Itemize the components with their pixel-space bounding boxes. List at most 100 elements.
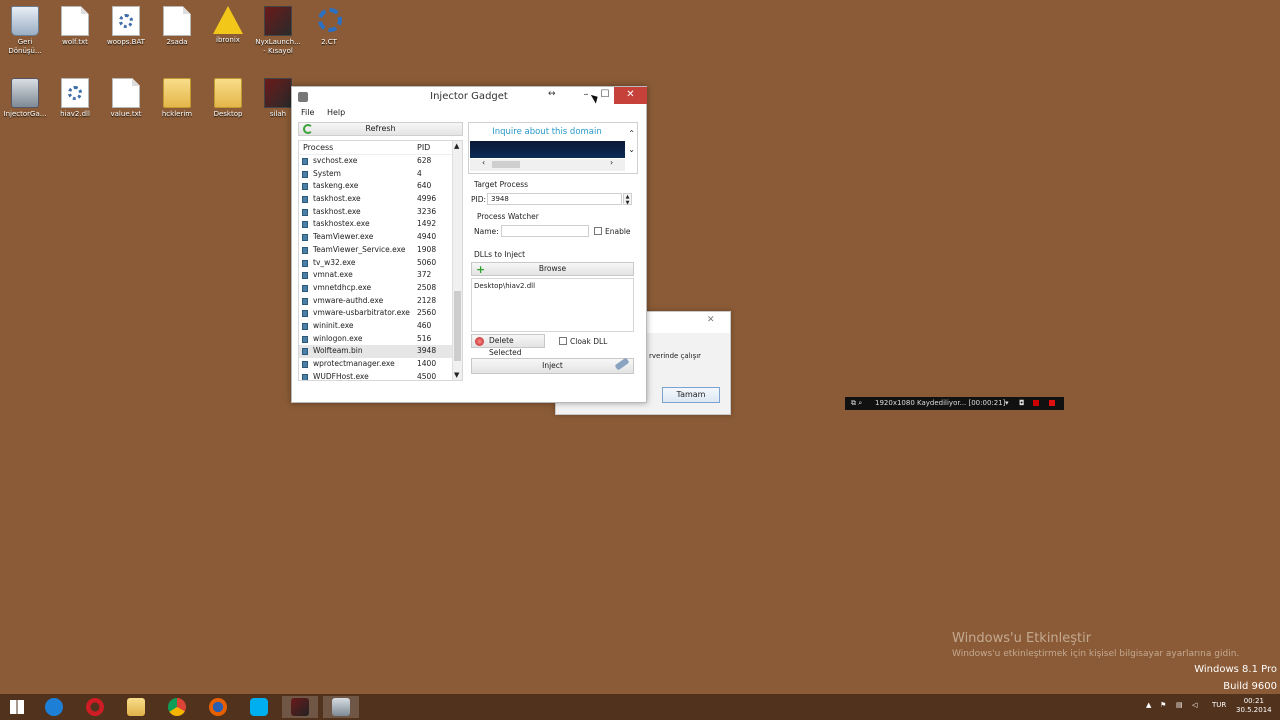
- browse-button[interactable]: + Browse: [471, 262, 634, 276]
- process-name: TeamViewer_Service.exe: [313, 244, 406, 254]
- process-list[interactable]: Process PID svchost.exe 628 System 4 taskeng…: [298, 140, 463, 381]
- column-header-process[interactable]: Process: [303, 141, 333, 155]
- column-header-pid[interactable]: PID: [417, 141, 430, 155]
- pid-input[interactable]: 3948: [487, 193, 622, 205]
- process-row[interactable]: winlogon.exe 516: [299, 333, 462, 346]
- window-titlebar[interactable]: Injector Gadget ↔ – ☐ ✕: [292, 87, 647, 108]
- cloak-dll-checkbox[interactable]: [559, 337, 567, 345]
- taskbar-skype[interactable]: [241, 696, 277, 718]
- desktop-icon-hiav2-dll[interactable]: hiav2.dll: [50, 78, 100, 119]
- process-row[interactable]: WUDFHost.exe 4500: [299, 371, 462, 381]
- cheat-engine-icon: [315, 6, 343, 36]
- close-button[interactable]: ✕: [614, 87, 647, 104]
- process-row[interactable]: taskeng.exe 640: [299, 180, 462, 193]
- camera-icon[interactable]: ◘: [1019, 397, 1025, 410]
- desktop-icon-wolf-txt[interactable]: wolf.txt: [50, 6, 100, 47]
- refresh-icon: [303, 124, 313, 134]
- dialog-close-icon[interactable]: ✕: [707, 315, 715, 325]
- process-row[interactable]: wininit.exe 460: [299, 320, 462, 333]
- scroll-up-icon[interactable]: ▲: [454, 142, 459, 150]
- taskbar-wolfteam[interactable]: [282, 696, 318, 718]
- taskbar-injector-gadget[interactable]: [323, 696, 359, 718]
- system-clock[interactable]: 00:21 30.5.2014: [1236, 697, 1272, 715]
- desktop-icon-hcklerim[interactable]: hcklerim: [152, 78, 202, 119]
- desktop-icon-recycle-bin[interactable]: Geri Dönüşü...: [0, 6, 50, 56]
- opera-icon: [86, 698, 104, 716]
- ad-vertical-arrows[interactable]: ⌃ ⌄: [628, 126, 635, 158]
- process-name: TeamViewer.exe: [313, 232, 374, 242]
- start-button[interactable]: [0, 696, 36, 718]
- desktop-icon-nyxlauncher[interactable]: NyxLaunch... - Kısayol: [253, 6, 303, 56]
- process-row[interactable]: TeamViewer_Service.exe 1908: [299, 244, 462, 257]
- process-row[interactable]: vmware-authd.exe 2128: [299, 295, 462, 308]
- scroll-left-icon[interactable]: ‹: [482, 158, 485, 167]
- process-row[interactable]: Wolfteam.bin 3948: [299, 345, 462, 358]
- wolfteam-icon: [291, 698, 309, 716]
- process-icon: [302, 284, 308, 292]
- desktop-icon-2sada[interactable]: 2sada: [152, 6, 202, 47]
- process-row[interactable]: taskhostex.exe 1492: [299, 218, 462, 231]
- recorder-dropdown-icon[interactable]: ▾: [1005, 397, 1009, 410]
- syringe-icon: [614, 357, 630, 371]
- process-name: WUDFHost.exe: [313, 371, 369, 381]
- taskbar-internet-explorer[interactable]: [36, 696, 72, 718]
- pid-spinner[interactable]: ▲ ▼: [623, 193, 632, 206]
- menu-file[interactable]: File: [301, 108, 314, 117]
- delete-selected-button[interactable]: Delete Selected: [471, 334, 545, 357]
- watcher-name-input[interactable]: [501, 225, 589, 237]
- process-row[interactable]: vmnat.exe 372: [299, 269, 462, 282]
- ad-scroll-thumb[interactable]: [492, 161, 520, 168]
- dll-list-item[interactable]: Desktop\hiav2.dll: [474, 282, 631, 290]
- process-row[interactable]: wprotectmanager.exe 1400: [299, 358, 462, 371]
- game-shortcut-icon: [264, 6, 292, 36]
- process-row[interactable]: tv_w32.exe 5060: [299, 257, 462, 270]
- taskbar-chrome[interactable]: [159, 696, 195, 718]
- desktop-icon-2ct[interactable]: 2.CT: [304, 6, 354, 47]
- scroll-down-icon[interactable]: ▼: [454, 371, 459, 379]
- warning-icon: [213, 6, 243, 34]
- refresh-label: Refresh: [365, 124, 396, 133]
- process-row[interactable]: vmware-usbarbitrator.exe 2560: [299, 307, 462, 320]
- process-row[interactable]: vmnetdhcp.exe 2508: [299, 282, 462, 295]
- desktop-icon-value-txt[interactable]: value.txt: [101, 78, 151, 119]
- dll-list[interactable]: Desktop\hiav2.dll: [471, 278, 634, 332]
- process-row[interactable]: TeamViewer.exe 4940: [299, 231, 462, 244]
- inject-button[interactable]: Inject: [471, 357, 634, 374]
- taskbar-firefox[interactable]: [200, 696, 236, 718]
- ad-horizontal-scrollbar[interactable]: ‹ ›: [470, 158, 625, 171]
- scroll-thumb[interactable]: [454, 291, 461, 361]
- volume-icon[interactable]: ◁: [1192, 701, 1197, 709]
- stop-icon[interactable]: [1049, 400, 1055, 406]
- process-row[interactable]: svchost.exe 628: [299, 155, 462, 168]
- pid-label: PID:: [471, 195, 487, 204]
- tray-expand-icon[interactable]: ▲: [1146, 701, 1151, 709]
- scroll-right-icon[interactable]: ›: [610, 158, 613, 167]
- process-pid: 460: [417, 320, 432, 330]
- action-center-icon[interactable]: ⚑: [1160, 701, 1166, 709]
- menu-help[interactable]: Help: [327, 108, 345, 117]
- desktop-icon-ibronix[interactable]: ibronix: [203, 6, 253, 45]
- process-name: vmware-authd.exe: [313, 295, 384, 305]
- desktop-icon-woops-bat[interactable]: woops.BAT: [101, 6, 151, 47]
- pause-icon[interactable]: [1033, 400, 1039, 406]
- process-row[interactable]: System 4: [299, 168, 462, 181]
- process-list-scrollbar[interactable]: ▲ ▼: [452, 141, 462, 380]
- desktop-icon-injector-gadget[interactable]: InjectorGa...: [0, 78, 50, 119]
- ad-link[interactable]: Inquire about this domain: [469, 127, 625, 137]
- resize-arrow-icon: ↔: [548, 89, 556, 99]
- process-row[interactable]: taskhost.exe 4996: [299, 193, 462, 206]
- recorder-window-icon[interactable]: ⧉ ⌕: [851, 397, 862, 410]
- ad-banner[interactable]: Inquire about this domain ‹ › ⌃ ⌄: [468, 122, 638, 174]
- process-row[interactable]: taskhost.exe 3236: [299, 206, 462, 219]
- dialog-ok-button[interactable]: Tamam: [662, 387, 720, 403]
- refresh-button[interactable]: Refresh: [298, 122, 463, 136]
- chrome-icon: [168, 698, 186, 716]
- enable-checkbox[interactable]: [594, 227, 602, 235]
- inject-panel: Inquire about this domain ‹ › ⌃ ⌄ Target …: [468, 122, 638, 382]
- network-icon[interactable]: ▤: [1176, 701, 1183, 709]
- language-indicator[interactable]: TUR: [1212, 701, 1226, 709]
- desktop-icon-desktop-folder[interactable]: Desktop: [203, 78, 253, 119]
- taskbar-file-explorer[interactable]: [118, 696, 154, 718]
- recorder-resolution: 1920x1080: [875, 399, 915, 407]
- taskbar-opera[interactable]: [77, 696, 113, 718]
